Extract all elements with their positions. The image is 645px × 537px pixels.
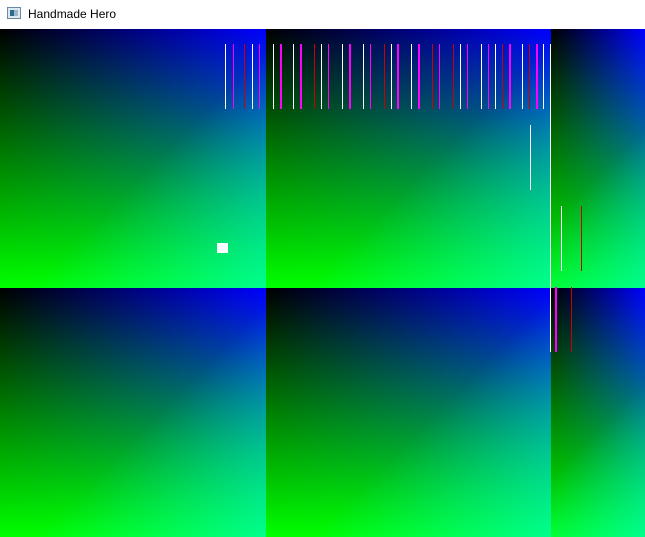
gradient-overlay (551, 288, 645, 537)
debug-marker (225, 44, 226, 109)
debug-marker (342, 44, 343, 109)
debug-marker (439, 44, 440, 109)
gradient-tile (551, 29, 645, 288)
debug-marker (363, 44, 364, 109)
debug-marker (397, 44, 399, 109)
debug-marker (244, 44, 245, 109)
gradient-tile (266, 288, 551, 537)
debug-marker (391, 44, 392, 109)
debug-marker (529, 44, 530, 109)
debug-marker (273, 44, 274, 109)
title-bar[interactable]: Handmade Hero (0, 0, 645, 29)
debug-marker (495, 44, 496, 109)
gradient-overlay (551, 29, 645, 288)
debug-marker (453, 44, 454, 109)
debug-marker (233, 44, 234, 109)
debug-marker (280, 44, 282, 109)
debug-marker (536, 44, 538, 109)
debug-marker (530, 125, 531, 190)
debug-marker (252, 44, 253, 109)
gradient-tile (0, 288, 266, 537)
debug-marker (259, 44, 260, 109)
gradient-overlay (266, 288, 551, 537)
debug-marker (561, 206, 562, 271)
player-square (217, 243, 228, 253)
debug-marker (571, 287, 572, 352)
app-window-icon[interactable] (7, 7, 21, 19)
window-title: Handmade Hero (28, 7, 117, 21)
debug-marker (522, 44, 523, 109)
debug-marker (543, 44, 544, 109)
debug-marker (509, 44, 511, 109)
debug-marker (550, 44, 551, 352)
debug-marker (432, 44, 433, 109)
gradient-overlay (0, 288, 266, 537)
debug-marker (384, 44, 385, 109)
debug-marker (411, 44, 412, 109)
game-window: Handmade Hero (0, 0, 645, 537)
game-viewport[interactable] (0, 29, 645, 537)
debug-marker (581, 206, 582, 271)
debug-marker (314, 44, 315, 109)
gradient-tile (551, 288, 645, 537)
debug-marker (502, 44, 503, 109)
debug-marker (460, 44, 461, 109)
debug-marker (300, 44, 302, 109)
debug-marker (349, 44, 351, 109)
debug-marker (328, 44, 329, 109)
debug-marker (481, 44, 482, 109)
debug-marker (370, 44, 371, 109)
debug-marker (555, 287, 557, 352)
debug-marker (418, 44, 420, 109)
debug-marker (467, 44, 468, 109)
debug-marker (293, 44, 294, 109)
debug-marker (321, 44, 322, 109)
debug-marker (488, 44, 489, 109)
